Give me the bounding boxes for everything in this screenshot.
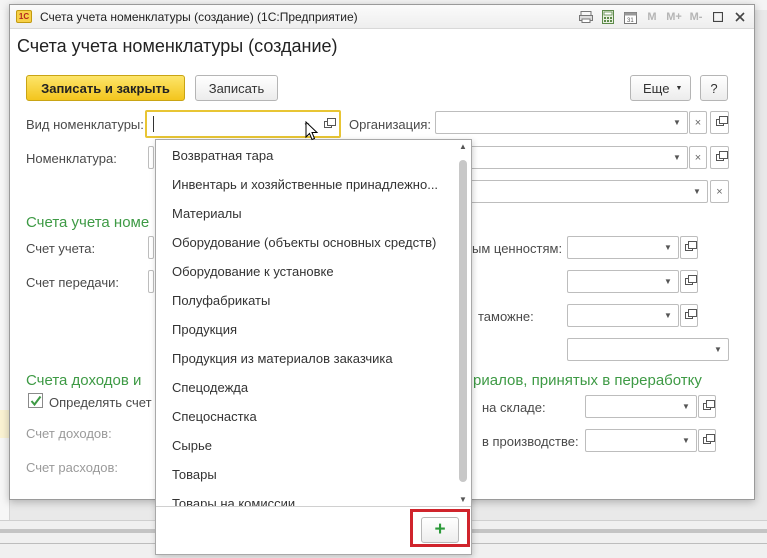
open-icon[interactable] (698, 429, 716, 452)
clear-icon[interactable]: × (689, 146, 707, 169)
list-item[interactable]: Товары (172, 467, 217, 482)
list-item[interactable]: Инвентарь и хозяйственные принадлежно... (172, 177, 438, 192)
highlight-frame (410, 509, 470, 547)
list-item[interactable]: Полуфабрикаты (172, 293, 270, 308)
save-and-close-button[interactable]: Записать и закрыть (26, 75, 185, 101)
determine-account-checkbox[interactable] (28, 393, 43, 408)
production-account-field[interactable]: ▼ (585, 429, 697, 452)
extra-field[interactable]: ▼ (470, 180, 708, 203)
section-income-title: Счета доходов и (26, 372, 142, 389)
open-icon[interactable] (680, 304, 698, 327)
svg-text:31: 31 (627, 18, 634, 24)
transfer-account-field-stub[interactable] (148, 270, 154, 293)
list-item[interactable]: Оборудование к установке (172, 264, 334, 279)
list-item[interactable]: Материалы (172, 206, 242, 221)
chevron-down-icon[interactable]: ▼ (676, 430, 696, 451)
item-field-stub[interactable] (148, 146, 154, 169)
customs-label: таможне: (478, 309, 534, 324)
app-logo-icon: 1C (16, 10, 32, 23)
customs-account-field[interactable]: ▼ (567, 304, 679, 327)
open-icon[interactable] (680, 236, 698, 259)
title-bar: 1C Счета учета номенклатуры (создание) (… (10, 5, 754, 29)
open-icon[interactable] (319, 113, 337, 135)
open-icon[interactable] (710, 146, 729, 169)
account-label: Счет учета: (26, 241, 96, 256)
chevron-down-icon[interactable]: ▼ (658, 237, 678, 258)
maximize-icon[interactable] (708, 8, 728, 26)
expense-account-label: Счет расходов: (26, 460, 118, 475)
calculator-icon[interactable] (598, 8, 618, 26)
warehouse-account-field[interactable]: ▼ (585, 395, 697, 418)
income-account-label: Счет доходов: (26, 426, 112, 441)
print-icon[interactable] (576, 8, 596, 26)
item-field[interactable]: ▼ (470, 146, 688, 169)
memory-button[interactable]: M (642, 8, 662, 26)
window-title: Счета учета номенклатуры (создание) (1С:… (40, 10, 358, 24)
text-caret (153, 116, 154, 132)
open-icon[interactable] (698, 395, 716, 418)
open-icon[interactable] (680, 270, 698, 293)
dropdown-list: Возвратная тара Инвентарь и хозяйственны… (156, 140, 459, 506)
account-field-stub[interactable] (148, 236, 154, 259)
determine-account-label: Определять счет (49, 395, 152, 410)
transfer-field-right[interactable]: ▼ (567, 270, 679, 293)
close-icon[interactable] (730, 8, 750, 26)
chevron-down-icon[interactable]: ▼ (708, 339, 728, 360)
list-item[interactable]: Продукция (172, 322, 237, 337)
chevron-down-icon[interactable]: ▼ (667, 112, 687, 133)
list-item[interactable]: Сырье (172, 438, 212, 453)
customs-extra-field[interactable]: ▼ (567, 338, 729, 361)
item-type-label: Вид номенклатуры: (26, 117, 144, 132)
scroll-thumb[interactable] (459, 160, 467, 482)
organization-label: Организация: (349, 117, 432, 132)
chevron-down-icon[interactable]: ▼ (667, 147, 687, 168)
scroll-up-icon[interactable]: ▲ (459, 142, 467, 151)
save-button[interactable]: Записать (195, 75, 278, 101)
help-button[interactable]: ? (700, 75, 728, 101)
list-item[interactable]: Оборудование (объекты основных средств) (172, 235, 436, 250)
production-label: в производстве: (482, 434, 579, 449)
scroll-down-icon[interactable]: ▼ (459, 495, 467, 504)
more-button-label: Еще (643, 80, 670, 96)
chevron-down-icon[interactable]: ▼ (658, 271, 678, 292)
list-item[interactable]: Спецоснастка (172, 409, 257, 424)
list-item[interactable]: Продукция из материалов заказчика (172, 351, 393, 366)
mouse-cursor-icon (305, 121, 319, 141)
values-account-field[interactable]: ▼ (567, 236, 679, 259)
form-title: Счета учета номенклатуры (создание) (17, 36, 338, 56)
chevron-down-icon: ▼ (675, 84, 683, 92)
transfer-account-label: Счет передачи: (26, 275, 119, 290)
open-icon[interactable] (710, 111, 729, 134)
item-type-dropdown: Возвратная тара Инвентарь и хозяйственны… (155, 139, 472, 555)
titlebar-controls: 31 M M+ M- (576, 8, 750, 26)
section-accounts-title: Счета учета номе (26, 214, 150, 231)
values-label: ым ценностям: (472, 241, 563, 256)
warehouse-label: на складе: (482, 400, 546, 415)
clear-icon[interactable]: × (710, 180, 729, 203)
organization-field[interactable]: ▼ (435, 111, 688, 134)
memory-minus-button[interactable]: M- (686, 8, 706, 26)
list-item[interactable]: Спецодежда (172, 380, 248, 395)
list-item[interactable]: Возвратная тара (172, 148, 273, 163)
section-materials-title: риалов, принятых в переработку (473, 372, 702, 389)
chevron-down-icon[interactable]: ▼ (676, 396, 696, 417)
calendar-icon[interactable]: 31 (620, 8, 640, 26)
memory-plus-button[interactable]: M+ (664, 8, 684, 26)
clear-icon[interactable]: × (689, 111, 707, 134)
item-label: Номенклатура: (26, 151, 117, 166)
more-button[interactable]: Еще ▼ (630, 75, 691, 101)
list-item[interactable]: Товары на комиссии (172, 496, 295, 506)
chevron-down-icon[interactable]: ▼ (658, 305, 678, 326)
dropdown-scrollbar[interactable]: ▲ ▼ (457, 142, 469, 504)
chevron-down-icon[interactable]: ▼ (687, 181, 707, 202)
